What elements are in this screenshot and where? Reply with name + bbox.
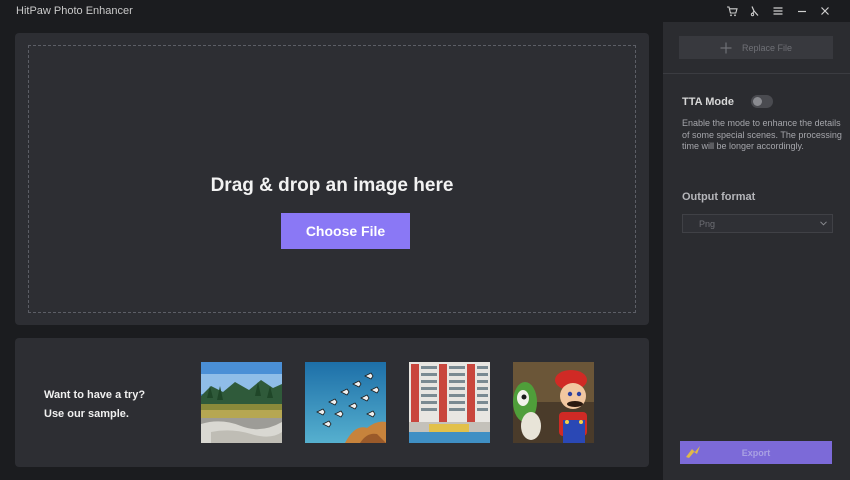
choose-file-button[interactable]: Choose File bbox=[281, 213, 410, 249]
menu-icon[interactable] bbox=[770, 3, 786, 19]
minimize-icon[interactable] bbox=[794, 3, 810, 19]
replace-file-label: Replace File bbox=[741, 42, 793, 53]
sample-prompt-line1: Want to have a try? bbox=[44, 389, 146, 401]
key-icon[interactable] bbox=[747, 3, 763, 19]
sample-prompt: Want to have a try? Use our sample. bbox=[44, 386, 145, 424]
output-format-value: Png bbox=[699, 218, 716, 229]
export-icon bbox=[686, 446, 700, 458]
toggle-knob bbox=[753, 97, 762, 106]
export-label: Export bbox=[741, 447, 771, 458]
replace-file-button[interactable]: Replace File bbox=[679, 36, 833, 59]
sample-prompt-line2: Use our sample. bbox=[44, 408, 129, 420]
app-title: HitPaw Photo Enhancer bbox=[16, 5, 133, 17]
close-icon[interactable] bbox=[817, 3, 833, 19]
tta-mode-description: Enable the mode to enhance the details o… bbox=[682, 118, 842, 151]
chevron-down-icon bbox=[820, 221, 827, 226]
output-format-select[interactable]: Png bbox=[682, 214, 833, 233]
title-bar: HitPaw Photo Enhancer bbox=[0, 0, 850, 22]
sample-fish-thumbnail[interactable] bbox=[305, 362, 386, 443]
tta-mode-label: TTA Mode bbox=[682, 96, 734, 108]
main-panel: Drag & drop an image here Choose File bbox=[15, 33, 649, 325]
cart-icon[interactable] bbox=[724, 3, 740, 19]
sample-landscape-thumbnail[interactable] bbox=[201, 362, 282, 443]
tta-mode-toggle[interactable] bbox=[751, 95, 773, 108]
export-button[interactable]: Export bbox=[680, 441, 832, 464]
settings-sidebar: Replace File TTA Mode Enable the mode to… bbox=[663, 22, 850, 480]
sample-panel: Want to have a try? Use our sample. bbox=[15, 338, 649, 467]
sidebar-divider bbox=[663, 73, 850, 74]
drop-zone[interactable]: Drag & drop an image here Choose File bbox=[28, 45, 636, 313]
sample-toys-thumbnail[interactable] bbox=[513, 362, 594, 443]
output-format-label: Output format bbox=[682, 191, 756, 203]
sample-building-thumbnail[interactable] bbox=[409, 362, 490, 443]
plus-icon bbox=[720, 42, 732, 53]
drop-title: Drag & drop an image here bbox=[210, 175, 454, 196]
